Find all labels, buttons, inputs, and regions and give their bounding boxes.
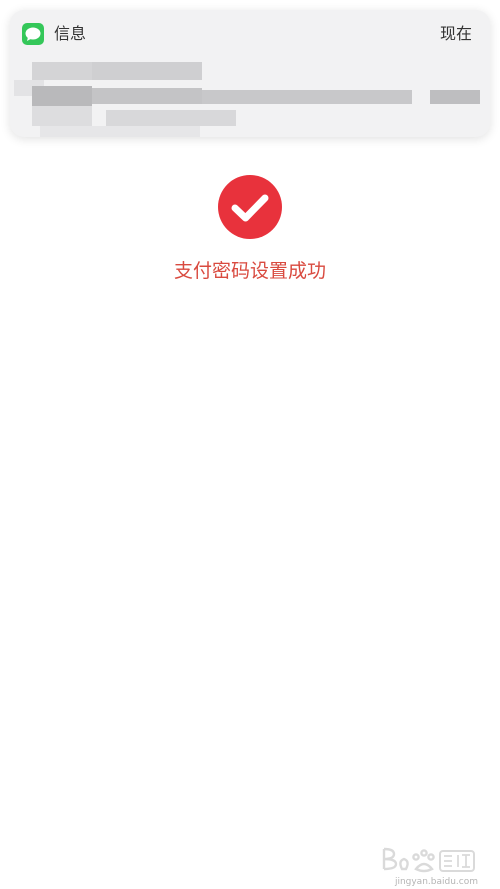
- notification-time: 现在: [439, 24, 472, 43]
- messages-icon: [22, 23, 44, 45]
- message-notification-banner[interactable]: 信息 现在: [10, 10, 490, 137]
- notification-app-name: 信息: [54, 24, 87, 43]
- screen: 信息 现在 支付密码设置成功 jingyan.baidu.com: [0, 0, 500, 889]
- notification-message-blurred: [10, 56, 490, 137]
- notification-header: 信息 现在: [10, 10, 490, 56]
- baidu-jingyan-watermark: [378, 843, 478, 877]
- success-check-badge: [218, 175, 282, 239]
- watermark-url: jingyan.baidu.com: [394, 877, 478, 887]
- success-message: 支付密码设置成功: [173, 260, 326, 282]
- baidu-jingyan-logo: [382, 847, 475, 873]
- checkmark-icon: [231, 194, 269, 222]
